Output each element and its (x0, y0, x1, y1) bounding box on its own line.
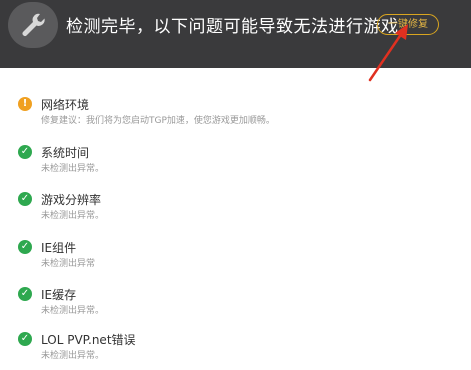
item-desc: 未检测出异常 (41, 259, 96, 269)
check-icon: ✓ (18, 192, 32, 206)
item-desc: 未检测出异常。 (41, 164, 105, 174)
check-icon: ✓ (18, 145, 32, 159)
item-desc: 修复建议：我们将为您启动TGP加速，使您游戏更加顺畅。 (41, 116, 275, 126)
list-item-resolution: ✓ 游戏分辨率 未检测出异常。 (0, 190, 471, 230)
list-item-ie-component: ✓ IE组件 未检测出异常 (0, 238, 471, 278)
warning-icon: ! (18, 97, 32, 111)
check-icon: ✓ (18, 240, 32, 254)
page-title: 检测完毕，以下问题可能导致无法进行游戏 (66, 17, 399, 37)
list-item-system-time: ✓ 系统时间 未检测出异常。 (0, 143, 471, 183)
item-title: 游戏分辨率 (41, 193, 102, 207)
item-title: IE组件 (41, 241, 77, 255)
item-title: IE缓存 (41, 288, 77, 302)
item-desc: 未检测出异常。 (41, 306, 105, 316)
wrench-icon (8, 2, 58, 48)
list-item-network: ! 网络环境 修复建议：我们将为您启动TGP加速，使您游戏更加顺畅。 (0, 95, 471, 135)
item-desc: 未检测出异常。 (41, 351, 105, 361)
annotation-arrow-icon (368, 24, 408, 82)
check-icon: ✓ (18, 287, 32, 301)
item-title: 系统时间 (41, 146, 90, 160)
item-title: LOL PVP.net错误 (41, 333, 136, 347)
item-title: 网络环境 (41, 98, 90, 112)
list-item-ie-cache: ✓ IE缓存 未检测出异常。 (0, 285, 471, 325)
item-desc: 未检测出异常。 (41, 211, 105, 221)
check-icon: ✓ (18, 332, 32, 346)
list-item-lol-pvp: ✓ LOL PVP.net错误 未检测出异常。 (0, 330, 471, 370)
